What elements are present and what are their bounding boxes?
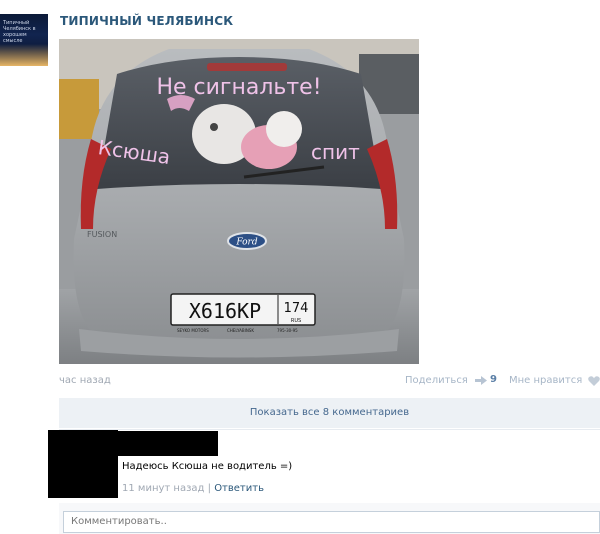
avatar-caption: Типичный Челябинск в хорошем смысле [3, 20, 36, 44]
fusion-badge: FUSION [87, 230, 117, 239]
ford-logo-text: Ford [235, 238, 257, 248]
post-photo[interactable]: Не сигнальте! Ксюша спит FUSION Ford Х61… [59, 39, 419, 364]
plate-frame-phone: 795-30-95 [277, 328, 298, 333]
window-text-right: спит [311, 140, 360, 164]
share-link[interactable]: Поделиться [405, 375, 468, 386]
avatar-city-lights [0, 44, 48, 66]
brake-light [207, 63, 287, 71]
comment-meta: 11 минут назад | Ответить [122, 483, 264, 494]
plate-country: RUS [291, 318, 301, 324]
redacted-commenter-avatar [48, 430, 118, 498]
car-photo-svg: Не сигнальте! Ксюша спит FUSION Ford Х61… [59, 39, 419, 364]
share-icon[interactable] [475, 376, 487, 385]
share-count: 9 [490, 374, 497, 385]
license-plate: Х616КР 174 RUS [170, 293, 316, 326]
comment-time[interactable]: 11 минут назад [122, 483, 204, 494]
comment-text: Надеюсь Ксюша не водитель =) [122, 461, 293, 472]
comment-divider [59, 429, 600, 430]
plate-number: Х616КР [189, 299, 261, 323]
group-name-link[interactable]: ТИПИЧНЫЙ ЧЕЛЯБИНСК [60, 14, 233, 28]
like-link[interactable]: Мне нравится [509, 375, 582, 386]
plate-frame-dealer: SEYKO MOTORS [177, 328, 209, 333]
comment-input[interactable]: Комментировать.. [63, 511, 600, 533]
show-all-comments-button[interactable]: Показать все 8 комментариев [59, 398, 600, 428]
plate-region: 174 [284, 301, 309, 316]
group-avatar[interactable]: Типичный Челябинск в хорошем смысле [0, 14, 48, 66]
heart-icon[interactable] [588, 376, 600, 386]
plate-frame-city: CHELYABINSK [227, 328, 254, 333]
window-text-top: Не сигнальте! [156, 75, 321, 100]
yellow-fence [59, 79, 99, 139]
comment-reply-link[interactable]: Ответить [214, 483, 264, 494]
redacted-commenter-name [118, 431, 218, 456]
post-time[interactable]: час назад [59, 375, 111, 386]
